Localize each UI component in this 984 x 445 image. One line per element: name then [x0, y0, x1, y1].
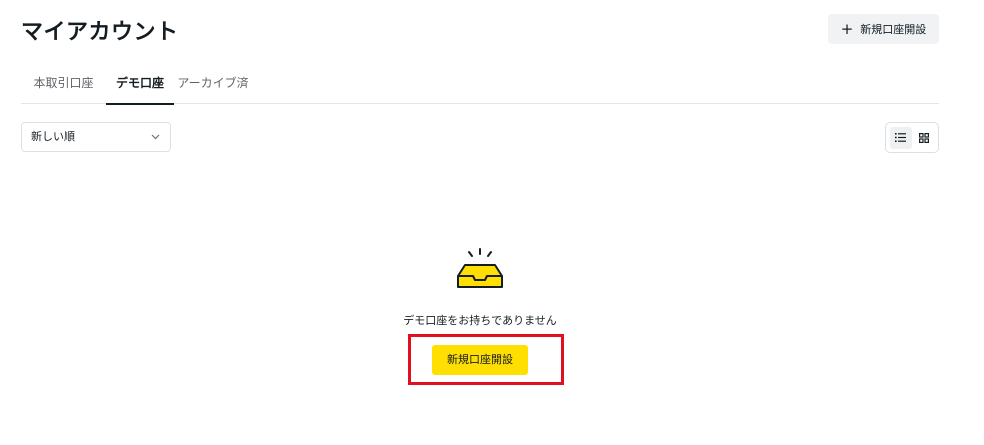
- open-account-button-label: 新規口座開設: [860, 23, 927, 36]
- empty-inbox-icon: [457, 248, 503, 288]
- tab-label: アーカイブ済: [177, 76, 249, 90]
- sort-select[interactable]: 新しい順: [21, 122, 171, 152]
- grid-view-button[interactable]: [913, 127, 935, 149]
- my-account-page: マイアカウント + 新規口座開設 本取引口座 デモ口座 アーカイブ済 新しい順: [0, 0, 984, 445]
- tab-label: 本取引口座: [33, 76, 94, 90]
- open-account-cta-button[interactable]: 新規口座開設: [432, 345, 528, 375]
- grid-icon: [918, 132, 929, 143]
- list-icon: [895, 133, 906, 142]
- tab-label: デモ口座: [115, 76, 164, 90]
- open-account-button[interactable]: + 新規口座開設: [828, 14, 939, 44]
- tab-archived[interactable]: アーカイブ済: [174, 64, 252, 104]
- tab-demo-accounts[interactable]: デモ口座: [106, 64, 174, 105]
- chevron-down-icon: [151, 134, 160, 140]
- page-title: マイアカウント: [21, 20, 179, 45]
- plus-icon: +: [840, 19, 854, 38]
- tab-real-accounts[interactable]: 本取引口座: [21, 64, 106, 104]
- list-view-button[interactable]: [889, 126, 912, 149]
- account-tabs: 本取引口座 デモ口座 アーカイブ済: [21, 64, 939, 105]
- view-toggle: [885, 122, 939, 153]
- sort-select-value: 新しい順: [31, 130, 75, 143]
- empty-state-message: デモ口座をお持ちでありません: [403, 314, 557, 327]
